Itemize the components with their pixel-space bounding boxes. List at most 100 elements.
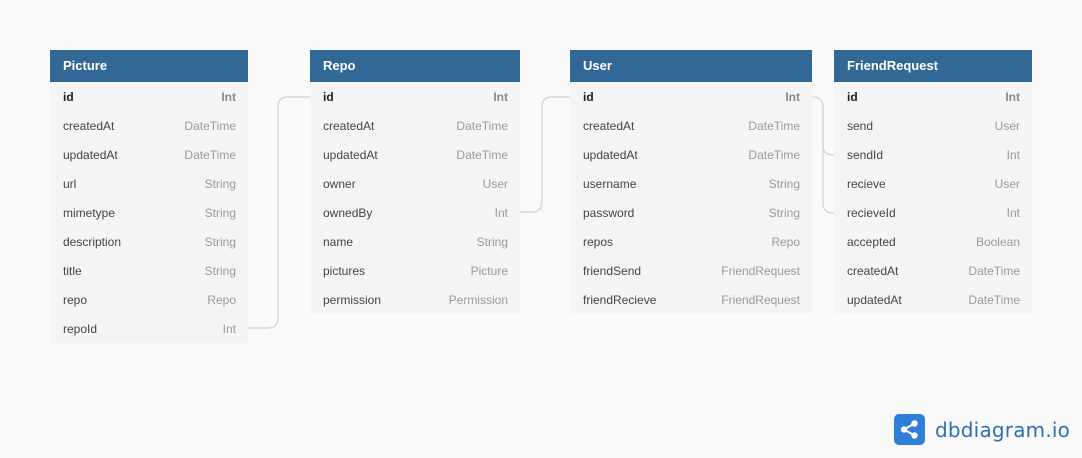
- field-type: String: [204, 205, 236, 220]
- field-name: sendId: [847, 147, 884, 162]
- field-name: id: [847, 89, 858, 104]
- field-type: Int: [1006, 205, 1020, 220]
- field-type: Int: [1005, 89, 1020, 104]
- table-row[interactable]: id Int: [570, 82, 812, 111]
- table-row[interactable]: updatedAt DateTime: [834, 285, 1032, 314]
- field-type: Boolean: [975, 234, 1020, 249]
- field-type: Int: [785, 89, 800, 104]
- table-row[interactable]: name String: [310, 227, 520, 256]
- table-header[interactable]: Picture: [50, 50, 248, 82]
- brand-name: dbdiagram.io: [935, 417, 1071, 442]
- field-name: recieveId: [847, 205, 896, 220]
- table-row[interactable]: pictures Picture: [310, 256, 520, 285]
- table-row[interactable]: owner User: [310, 169, 520, 198]
- table-row[interactable]: repo Repo: [50, 285, 248, 314]
- table-header[interactable]: User: [570, 50, 812, 82]
- table-row[interactable]: id Int: [310, 82, 520, 111]
- field-type: Int: [493, 89, 508, 104]
- field-name: createdAt: [583, 118, 635, 133]
- table-row[interactable]: repos Repo: [570, 227, 812, 256]
- field-type: DateTime: [456, 147, 508, 162]
- field-type: String: [768, 176, 800, 191]
- table-row[interactable]: id Int: [50, 82, 248, 111]
- field-type: String: [768, 205, 800, 220]
- table-row[interactable]: mimetype String: [50, 198, 248, 227]
- field-name: accepted: [847, 234, 896, 249]
- table-picture[interactable]: Picture id Int createdAt DateTime update…: [50, 50, 248, 343]
- field-name: username: [583, 176, 637, 191]
- connector-repo-ownedby-to-user-id[interactable]: [520, 96, 570, 213]
- table-row[interactable]: description String: [50, 227, 248, 256]
- field-type: String: [204, 176, 236, 191]
- field-name: updatedAt: [323, 147, 378, 162]
- field-name: createdAt: [323, 118, 375, 133]
- field-type: String: [476, 234, 508, 249]
- table-row[interactable]: password String: [570, 198, 812, 227]
- field-name: description: [63, 234, 122, 249]
- table-row[interactable]: send User: [834, 111, 1032, 140]
- field-name: name: [323, 234, 354, 249]
- field-name: repo: [63, 292, 88, 307]
- field-name: id: [63, 89, 74, 104]
- table-row[interactable]: updatedAt DateTime: [310, 140, 520, 169]
- table-row[interactable]: friendRecieve FriendRequest: [570, 285, 812, 314]
- table-row[interactable]: accepted Boolean: [834, 227, 1032, 256]
- connector-friendrequest-recieveid-to-user-id[interactable]: [822, 107, 834, 214]
- field-name: updatedAt: [63, 147, 118, 162]
- field-name: friendSend: [583, 263, 642, 278]
- field-name: pictures: [323, 263, 366, 278]
- table-repo[interactable]: Repo id Int createdAt DateTime updatedAt…: [310, 50, 520, 314]
- table-header[interactable]: FriendRequest: [834, 50, 1032, 82]
- connector-friendrequest-sendid-to-user-id[interactable]: [812, 96, 834, 156]
- table-header[interactable]: Repo: [310, 50, 520, 82]
- field-name: friendRecieve: [583, 292, 657, 307]
- field-type: User: [994, 118, 1020, 133]
- table-row[interactable]: permission Permission: [310, 285, 520, 314]
- table-row[interactable]: updatedAt DateTime: [50, 140, 248, 169]
- diagram-canvas[interactable]: Picture id Int createdAt DateTime update…: [0, 0, 1082, 458]
- connector-picture-repoid-to-repo-id[interactable]: [248, 96, 310, 329]
- field-name: password: [583, 205, 635, 220]
- field-name: id: [583, 89, 594, 104]
- table-row[interactable]: friendSend FriendRequest: [570, 256, 812, 285]
- table-row[interactable]: sendId Int: [834, 140, 1032, 169]
- table-row[interactable]: id Int: [834, 82, 1032, 111]
- field-type: Picture: [470, 263, 508, 278]
- field-type: User: [994, 176, 1020, 191]
- field-name: repoId: [63, 321, 98, 336]
- table-row[interactable]: createdAt DateTime: [834, 256, 1032, 285]
- field-name: createdAt: [63, 118, 115, 133]
- table-row[interactable]: createdAt DateTime: [50, 111, 248, 140]
- field-type: FriendRequest: [721, 263, 800, 278]
- field-name: mimetype: [63, 205, 116, 220]
- brand-watermark[interactable]: dbdiagram.io: [894, 414, 1070, 445]
- field-type: String: [204, 234, 236, 249]
- table-row[interactable]: url String: [50, 169, 248, 198]
- table-row[interactable]: recieve User: [834, 169, 1032, 198]
- field-type: Int: [1006, 147, 1020, 162]
- field-type: DateTime: [748, 147, 800, 162]
- table-row[interactable]: title String: [50, 256, 248, 285]
- field-name: updatedAt: [847, 292, 902, 307]
- table-row[interactable]: createdAt DateTime: [310, 111, 520, 140]
- table-row[interactable]: ownedBy Int: [310, 198, 520, 227]
- table-row[interactable]: repoId Int: [50, 314, 248, 343]
- table-row[interactable]: recieveId Int: [834, 198, 1032, 227]
- field-type: Permission: [448, 292, 508, 307]
- field-type: Int: [222, 321, 236, 336]
- table-row[interactable]: createdAt DateTime: [570, 111, 812, 140]
- field-name: url: [63, 176, 77, 191]
- table-user[interactable]: User id Int createdAt DateTime updatedAt…: [570, 50, 812, 314]
- field-name: permission: [323, 292, 382, 307]
- field-type: Repo: [207, 292, 236, 307]
- field-type: String: [204, 263, 236, 278]
- field-type: User: [482, 176, 508, 191]
- table-row[interactable]: username String: [570, 169, 812, 198]
- field-name: owner: [323, 176, 356, 191]
- field-type: DateTime: [968, 292, 1020, 307]
- table-row[interactable]: updatedAt DateTime: [570, 140, 812, 169]
- field-type: Repo: [771, 234, 800, 249]
- field-type: Int: [494, 205, 508, 220]
- field-name: createdAt: [847, 263, 899, 278]
- table-friendrequest[interactable]: FriendRequest id Int send User sendId In…: [834, 50, 1032, 314]
